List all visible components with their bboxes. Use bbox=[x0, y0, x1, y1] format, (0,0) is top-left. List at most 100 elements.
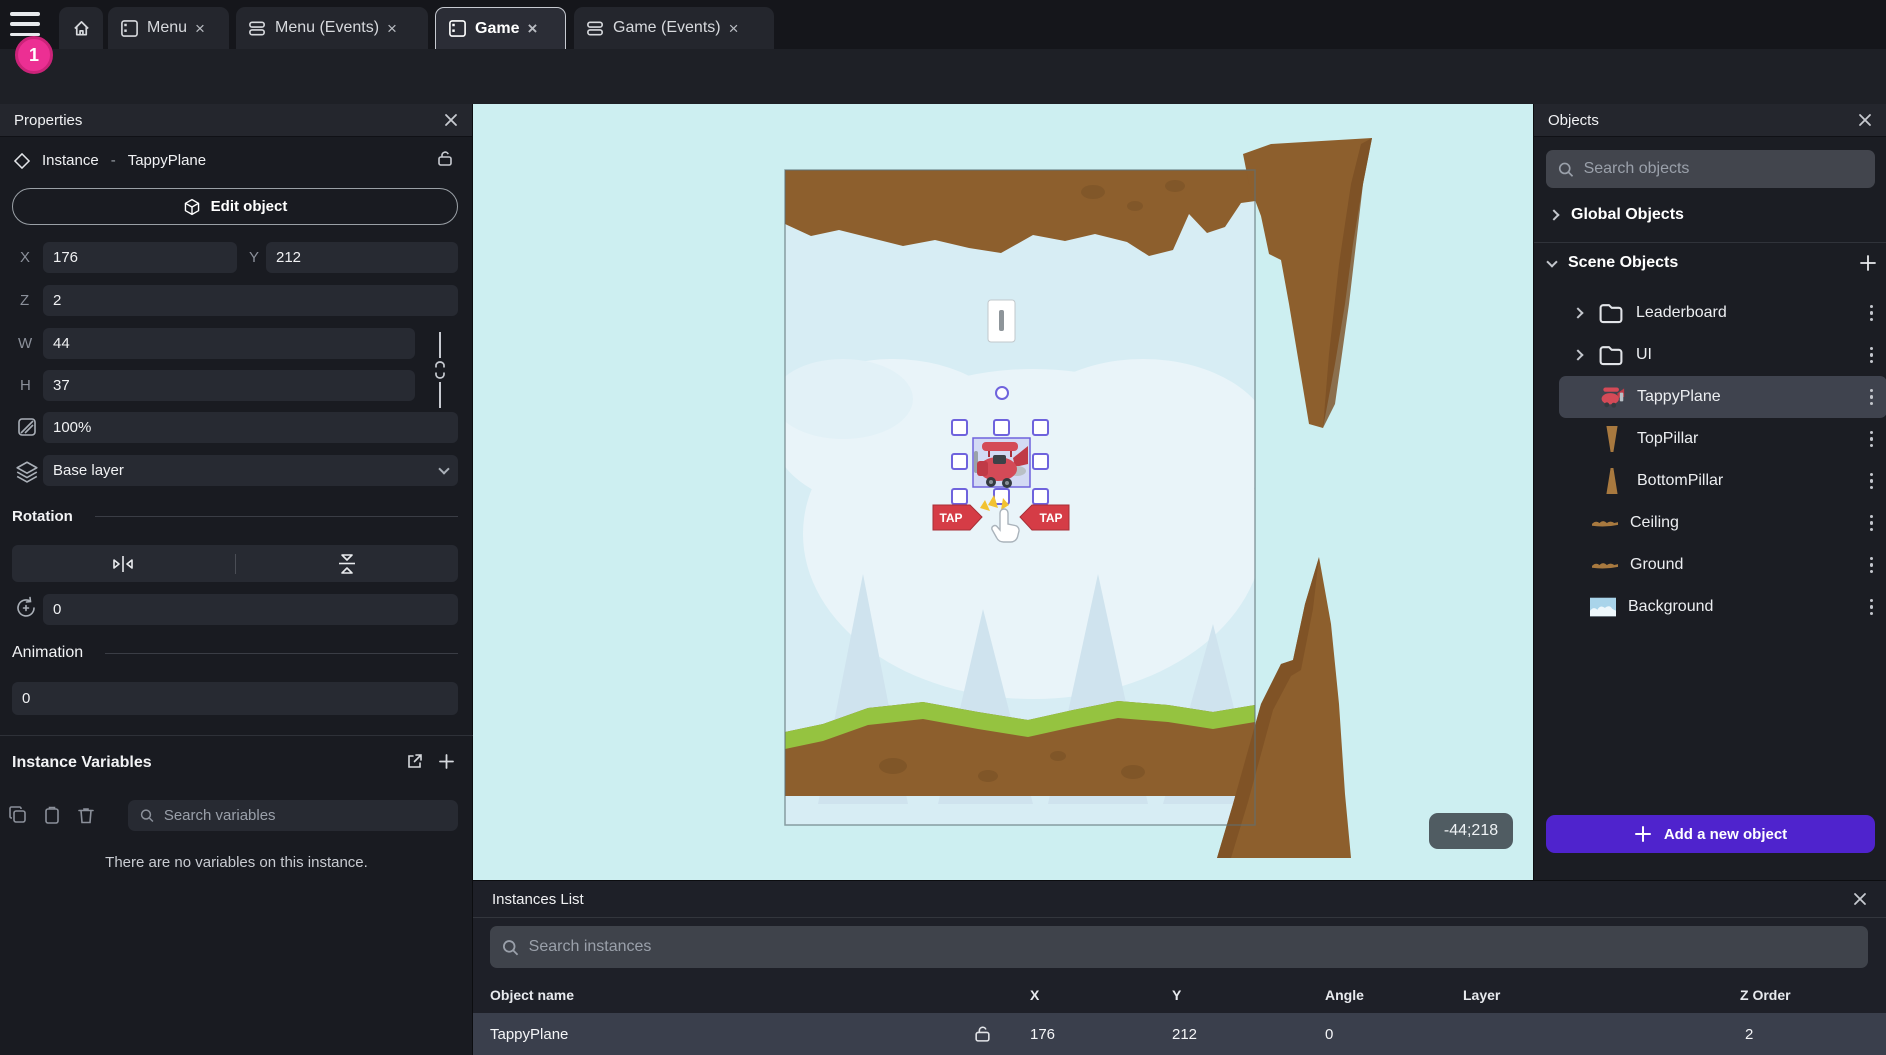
object-item-background[interactable]: Background bbox=[1534, 586, 1886, 628]
objects-divider bbox=[1534, 242, 1886, 243]
objects-search-input[interactable] bbox=[1584, 160, 1863, 178]
tap-label: TAP bbox=[939, 511, 962, 525]
note-card-sprite[interactable] bbox=[988, 300, 1015, 342]
x-label: X bbox=[20, 249, 30, 266]
x-field[interactable] bbox=[43, 242, 237, 273]
object-item-bottompillar[interactable]: BottomPillar bbox=[1534, 460, 1886, 502]
close-icon[interactable] bbox=[1853, 892, 1867, 906]
instance-table-row[interactable]: TappyPlane 176 212 0 2 bbox=[473, 1013, 1886, 1055]
copy-icon[interactable] bbox=[8, 805, 28, 825]
paste-icon[interactable] bbox=[42, 805, 62, 825]
events-icon bbox=[248, 19, 267, 38]
plane-thumbnail-icon bbox=[1599, 384, 1625, 410]
delete-variable-icon[interactable] bbox=[76, 805, 96, 825]
add-new-object-button[interactable]: Add a new object bbox=[1546, 815, 1875, 853]
global-objects-group[interactable]: Global Objects bbox=[1550, 206, 1684, 224]
object-item-ui[interactable]: UI bbox=[1534, 334, 1886, 376]
column-x[interactable]: X bbox=[1030, 987, 1039, 1003]
close-icon[interactable] bbox=[1858, 113, 1872, 127]
scene-canvas[interactable]: TAP TAP -44;218 bbox=[473, 104, 1533, 880]
flip-vertical-button[interactable] bbox=[236, 552, 459, 576]
edit-object-button[interactable]: Edit object bbox=[12, 188, 458, 225]
scene-render[interactable]: TAP TAP bbox=[473, 104, 1533, 880]
tab-bar: Menu × Menu (Events) × Game × Game (Even… bbox=[0, 0, 1886, 49]
tab-game-events[interactable]: Game (Events) × bbox=[574, 7, 774, 49]
column-layer[interactable]: Layer bbox=[1463, 987, 1500, 1003]
hamburger-menu-icon[interactable] bbox=[10, 12, 40, 36]
rotation-angle-icon bbox=[14, 596, 38, 620]
open-external-icon[interactable] bbox=[405, 752, 424, 771]
animation-field[interactable] bbox=[12, 682, 458, 715]
close-icon[interactable]: × bbox=[527, 20, 537, 37]
object-menu-icon[interactable] bbox=[1870, 431, 1874, 448]
h-input[interactable] bbox=[53, 377, 405, 394]
w-field[interactable] bbox=[43, 328, 415, 359]
rotation-field[interactable] bbox=[43, 594, 458, 625]
column-object-name[interactable]: Object name bbox=[490, 987, 574, 1003]
rotate-handle[interactable] bbox=[996, 387, 1008, 399]
z-field[interactable] bbox=[43, 285, 458, 316]
instance-diamond-icon bbox=[14, 153, 30, 169]
opacity-icon bbox=[16, 416, 38, 438]
instances-title: Instances List bbox=[492, 891, 584, 908]
close-icon[interactable]: × bbox=[729, 20, 739, 37]
opacity-field[interactable] bbox=[43, 412, 458, 443]
close-icon[interactable]: × bbox=[195, 20, 205, 37]
object-item-leaderboard[interactable]: Leaderboard bbox=[1534, 292, 1886, 334]
instances-search[interactable] bbox=[490, 926, 1868, 968]
objects-title: Objects bbox=[1548, 112, 1599, 129]
object-item-tappyplane[interactable]: TappyPlane bbox=[1559, 376, 1886, 418]
object-menu-icon[interactable] bbox=[1870, 515, 1874, 532]
object-menu-icon[interactable] bbox=[1870, 557, 1874, 574]
y-field[interactable] bbox=[266, 242, 458, 273]
variables-search-input[interactable] bbox=[164, 807, 446, 824]
rotation-input[interactable] bbox=[53, 601, 448, 618]
add-object-plus-icon[interactable] bbox=[1858, 253, 1878, 273]
home-icon bbox=[72, 19, 91, 38]
column-z-order[interactable]: Z Order bbox=[1740, 987, 1791, 1003]
wh-link-chain-icon[interactable] bbox=[432, 360, 448, 380]
scene-objects-label: Scene Objects bbox=[1568, 254, 1678, 272]
w-input[interactable] bbox=[53, 335, 405, 352]
object-item-ceiling[interactable]: Ceiling bbox=[1534, 502, 1886, 544]
tab-label: Game (Events) bbox=[613, 19, 721, 37]
object-item-toppillar[interactable]: TopPillar bbox=[1534, 418, 1886, 460]
object-label: Background bbox=[1628, 598, 1870, 616]
add-variable-icon[interactable] bbox=[437, 752, 456, 771]
object-menu-icon[interactable] bbox=[1870, 347, 1874, 364]
tab-menu-events[interactable]: Menu (Events) × bbox=[236, 7, 428, 49]
object-menu-icon[interactable] bbox=[1870, 473, 1874, 490]
lock-open-icon[interactable] bbox=[436, 149, 454, 167]
instance-y-cell: 212 bbox=[1172, 1026, 1197, 1043]
close-icon[interactable]: × bbox=[387, 20, 397, 37]
variables-search[interactable] bbox=[128, 800, 458, 831]
separator: - bbox=[111, 152, 116, 169]
z-input[interactable] bbox=[53, 292, 448, 309]
scene-objects-group[interactable]: Scene Objects bbox=[1548, 254, 1678, 272]
chevron-down-icon bbox=[438, 463, 449, 474]
animation-input[interactable] bbox=[22, 690, 448, 707]
tab-game[interactable]: Game × bbox=[435, 7, 566, 49]
instances-search-input[interactable] bbox=[529, 938, 1856, 956]
lock-open-icon[interactable] bbox=[973, 1024, 992, 1043]
tab-home[interactable] bbox=[59, 7, 103, 49]
object-menu-icon[interactable] bbox=[1870, 389, 1874, 406]
object-item-ground[interactable]: Ground bbox=[1534, 544, 1886, 586]
x-input[interactable] bbox=[53, 249, 227, 266]
object-menu-icon[interactable] bbox=[1870, 599, 1874, 616]
objects-header: Objects bbox=[1534, 104, 1886, 137]
tab-menu[interactable]: Menu × bbox=[108, 7, 229, 49]
y-input[interactable] bbox=[276, 249, 448, 266]
close-icon[interactable] bbox=[444, 113, 458, 127]
layer-select[interactable]: Base layer bbox=[43, 455, 458, 486]
object-menu-icon[interactable] bbox=[1870, 305, 1874, 322]
plus-icon bbox=[1634, 825, 1652, 843]
opacity-input[interactable] bbox=[53, 419, 448, 436]
column-angle[interactable]: Angle bbox=[1325, 987, 1364, 1003]
search-icon bbox=[502, 939, 519, 956]
column-y[interactable]: Y bbox=[1172, 987, 1181, 1003]
h-field[interactable] bbox=[43, 370, 415, 401]
objects-search[interactable] bbox=[1546, 150, 1875, 188]
flip-horizontal-button[interactable] bbox=[12, 554, 235, 574]
notification-badge[interactable]: 1 bbox=[15, 36, 53, 74]
